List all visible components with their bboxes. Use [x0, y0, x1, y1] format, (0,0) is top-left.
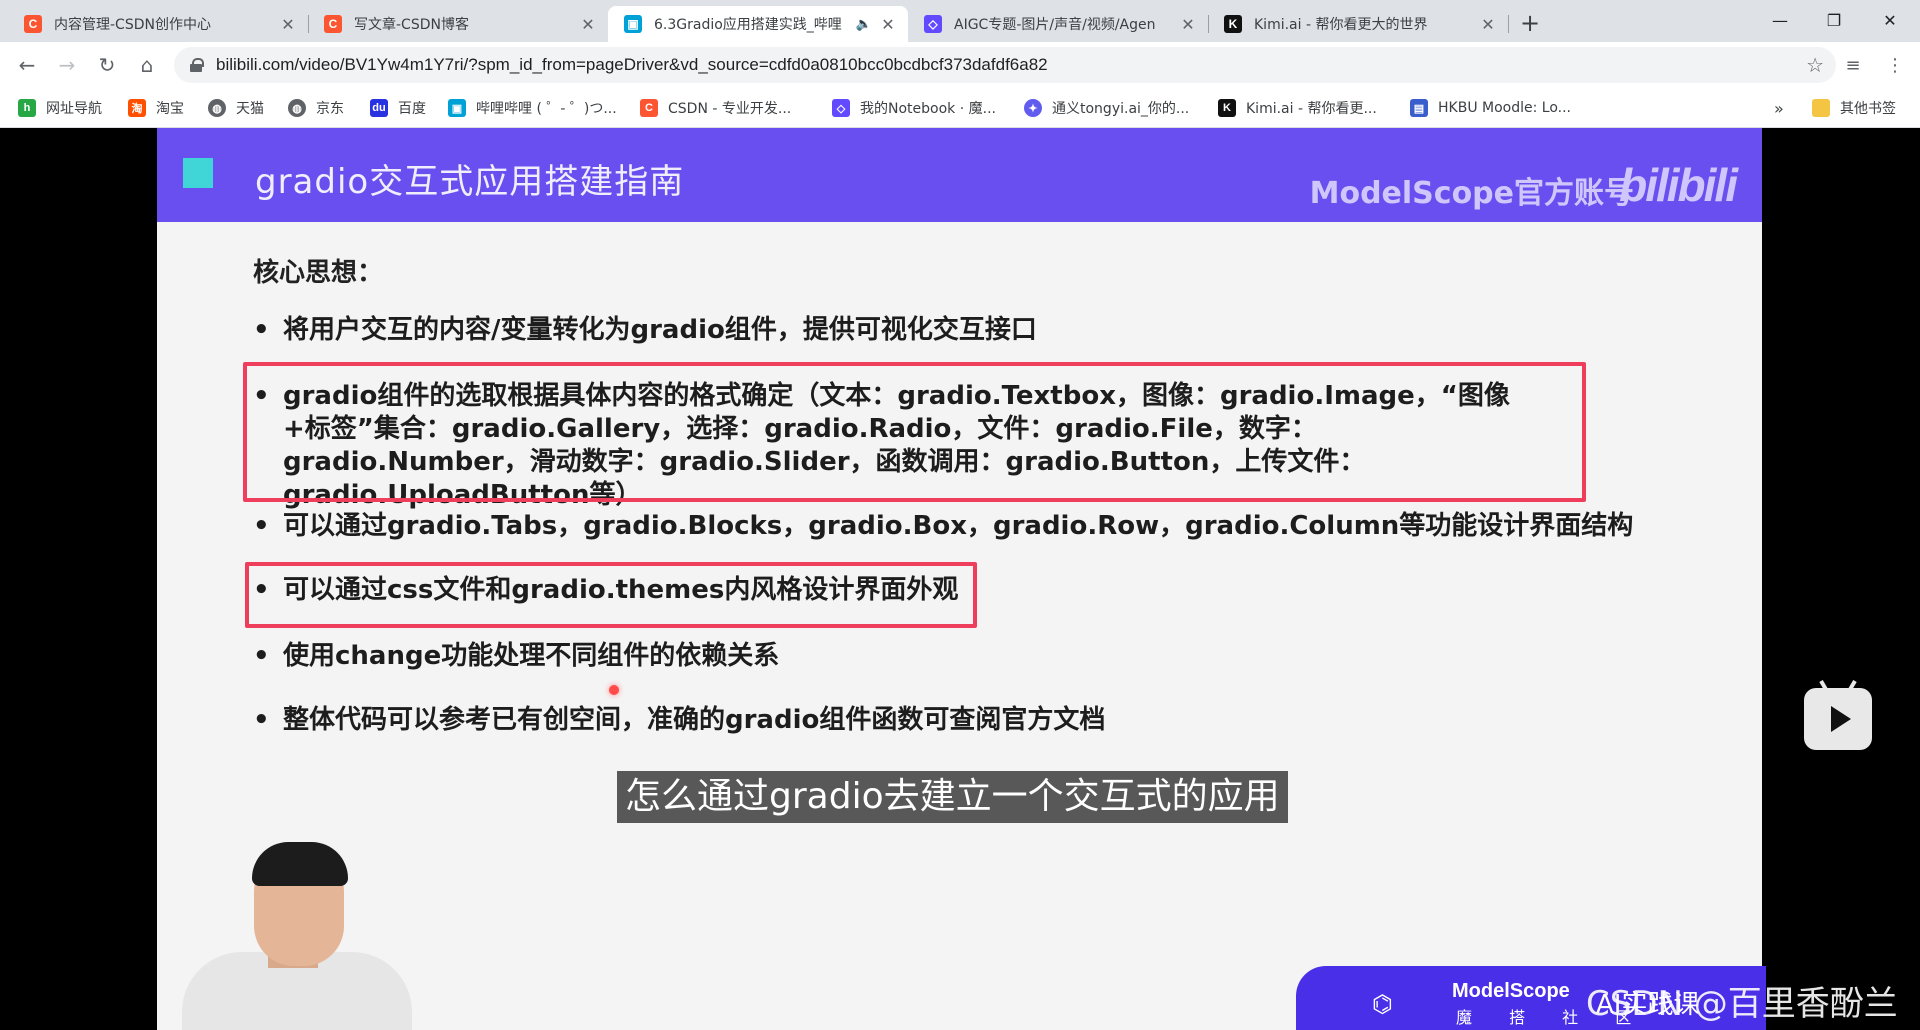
bookmark-bilibili[interactable]: ▣ 哔哩哔哩 ( ゜- ゜)つ...	[448, 97, 617, 119]
tab-csdn-content[interactable]: C 内容管理-CSDN创作中心 ✕	[8, 6, 309, 42]
bullet-item: 使用change功能处理不同组件的依赖关系	[253, 640, 1743, 673]
bookmark-label: 我的Notebook · 魔...	[860, 101, 996, 117]
play-icon	[1831, 706, 1851, 732]
bookmark-tongyi[interactable]: ✦ 通义tongyi.ai_你的...	[1024, 97, 1189, 119]
bilibili-logo: bilibili	[1619, 159, 1738, 211]
other-bookmarks-label: 其他书签	[1840, 101, 1896, 117]
tab-title: 写文章-CSDN博客	[354, 17, 469, 33]
video-subtitle: 怎么通过gradio去建立一个交互式的应用	[617, 771, 1288, 823]
bookmark-label: 网址导航	[46, 101, 102, 117]
csdn-icon: C	[324, 15, 342, 33]
minimize-icon[interactable]: —	[1750, 0, 1810, 40]
play-button[interactable]	[1804, 688, 1872, 750]
highlight-box	[243, 362, 1586, 502]
address-bar[interactable]: bilibili.com/video/BV1Yw4m1Y7ri/?spm_id_…	[174, 47, 1836, 83]
bookmark-label: HKBU Moodle: Lo...	[1438, 100, 1571, 116]
core-heading: 核心思想：	[253, 258, 384, 288]
window-close-icon[interactable]: ✕	[1860, 0, 1920, 40]
video-player[interactable]: gradio交互式应用搭建指南 ModelScope官方账号 bilibili …	[0, 128, 1920, 1030]
slide-title: gradio交互式应用搭建指南	[255, 162, 685, 202]
laser-pointer-dot	[609, 685, 619, 695]
bookmark-label: Kimi.ai - 帮你看更...	[1246, 101, 1377, 117]
bilibili-icon: ▣	[624, 15, 642, 33]
bookmark-label: CSDN - 专业开发...	[668, 101, 792, 117]
tab-kimi[interactable]: K Kimi.ai - 帮你看更大的世界 ✕	[1208, 6, 1509, 42]
csdn-icon: C	[24, 15, 42, 33]
bookmark-label: 京东	[316, 101, 344, 117]
bookmark-label: 淘宝	[156, 101, 184, 117]
bullet-item: 整体代码可以参考已有创空间，准确的gradio组件函数可查阅官方文档	[253, 704, 1743, 737]
other-bookmarks[interactable]: 其他书签	[1812, 97, 1896, 119]
tab-csdn-write[interactable]: C 写文章-CSDN博客 ✕	[308, 6, 608, 42]
kimi-icon: K	[1218, 99, 1236, 117]
restore-icon[interactable]: ❐	[1804, 0, 1864, 40]
tab-title: Kimi.ai - 帮你看更大的世界	[1254, 17, 1428, 33]
modelscope-icon: ◇	[924, 15, 942, 33]
bookmarks-bar: h 网址导航 淘 淘宝 ◍ 天猫 ◍ 京东 du 百度 ▣ 哔哩哔哩 ( ゜- …	[0, 88, 1920, 128]
taobao-icon: 淘	[128, 99, 146, 117]
close-icon[interactable]: ✕	[278, 14, 298, 34]
modelscope-icon: ◇	[832, 99, 850, 117]
tab-title: 6.3Gradio应用搭建实践_哔哩	[654, 17, 842, 33]
bookmark-label: 天猫	[236, 101, 264, 117]
back-arrow-icon[interactable]: ←	[12, 50, 42, 80]
menu-kebab-icon[interactable]: ⋮	[1880, 50, 1910, 80]
tab-strip: C 内容管理-CSDN创作中心 ✕ C 写文章-CSDN博客 ✕ ▣ 6.3Gr…	[0, 0, 1920, 42]
bookmark-csdn[interactable]: C CSDN - 专业开发...	[640, 97, 791, 119]
bookmark-hkbu-moodle[interactable]: ▤ HKBU Moodle: Lo...	[1410, 97, 1571, 119]
globe-icon: ◍	[208, 99, 226, 117]
slide-header: gradio交互式应用搭建指南 ModelScope官方账号 bilibili	[157, 128, 1762, 222]
kimi-icon: K	[1224, 15, 1242, 33]
forward-arrow-icon[interactable]: →	[52, 50, 82, 80]
baidu-icon: du	[370, 99, 388, 117]
new-tab-button[interactable]: +	[1516, 9, 1544, 37]
bookmark-notebook[interactable]: ◇ 我的Notebook · 魔...	[832, 97, 996, 119]
bullet-item: 将用户交互的内容/变量转化为gradio组件，提供可视化交互接口	[253, 314, 1743, 347]
csdn-icon: C	[640, 99, 658, 117]
close-icon[interactable]: ✕	[1478, 14, 1498, 34]
modelscope-logo-icon: ⌬	[1372, 990, 1393, 1018]
close-icon[interactable]: ✕	[878, 14, 898, 34]
csdn-watermark: CSDN @百里香酚兰	[1586, 984, 1898, 1024]
bookmark-taobao[interactable]: 淘 淘宝	[128, 97, 184, 119]
presenter-video	[182, 842, 412, 1030]
hao123-icon: h	[18, 99, 36, 117]
highlight-box	[245, 562, 977, 628]
close-icon[interactable]: ✕	[578, 14, 598, 34]
lock-icon[interactable]	[190, 58, 204, 72]
brand-text: ModelScope官方账号	[1309, 176, 1634, 211]
tab-bilibili-video[interactable]: ▣ 6.3Gradio应用搭建实践_哔哩 🔈 ✕	[608, 6, 908, 42]
bullet-item: 可以通过gradio.Tabs，gradio.Blocks，gradio.Box…	[253, 510, 1743, 543]
bookmark-baidu[interactable]: du 百度	[370, 97, 426, 119]
tongyi-icon: ✦	[1024, 99, 1042, 117]
bilibili-icon: ▣	[448, 99, 466, 117]
bookmark-label: 哔哩哔哩 ( ゜- ゜)つ...	[476, 101, 617, 117]
header-square-icon	[183, 158, 213, 188]
bookmark-label: 通义tongyi.ai_你的...	[1052, 101, 1190, 117]
banner-logo-text: ModelScope	[1452, 980, 1570, 1002]
tab-title: 内容管理-CSDN创作中心	[54, 17, 211, 33]
tab-title: AIGC专题-图片/声音/视频/Agen	[954, 17, 1156, 33]
bookmarks-overflow-chevron[interactable]: »	[1774, 97, 1784, 119]
bookmark-star-icon[interactable]: ☆	[1806, 53, 1824, 77]
reading-list-icon[interactable]: ≡	[1838, 50, 1868, 80]
url-text[interactable]: bilibili.com/video/BV1Yw4m1Y7ri/?spm_id_…	[216, 55, 1048, 75]
folder-icon	[1812, 99, 1830, 117]
moodle-icon: ▤	[1410, 99, 1428, 117]
bookmark-jd[interactable]: ◍ 京东	[288, 97, 344, 119]
bookmark-kimi[interactable]: K Kimi.ai - 帮你看更...	[1218, 97, 1377, 119]
bookmark-tmall[interactable]: ◍ 天猫	[208, 97, 264, 119]
tab-aigc[interactable]: ◇ AIGC专题-图片/声音/视频/Agen ✕	[908, 6, 1209, 42]
speaker-icon[interactable]: 🔈	[856, 17, 872, 32]
globe-icon: ◍	[288, 99, 306, 117]
browser-toolbar: ← → ↻ ⌂ bilibili.com/video/BV1Yw4m1Y7ri/…	[0, 42, 1920, 88]
home-icon[interactable]: ⌂	[132, 50, 162, 80]
bookmark-label: 百度	[398, 101, 426, 117]
reload-icon[interactable]: ↻	[92, 50, 122, 80]
bookmark-hao123[interactable]: h 网址导航	[18, 97, 102, 119]
close-icon[interactable]: ✕	[1178, 14, 1198, 34]
